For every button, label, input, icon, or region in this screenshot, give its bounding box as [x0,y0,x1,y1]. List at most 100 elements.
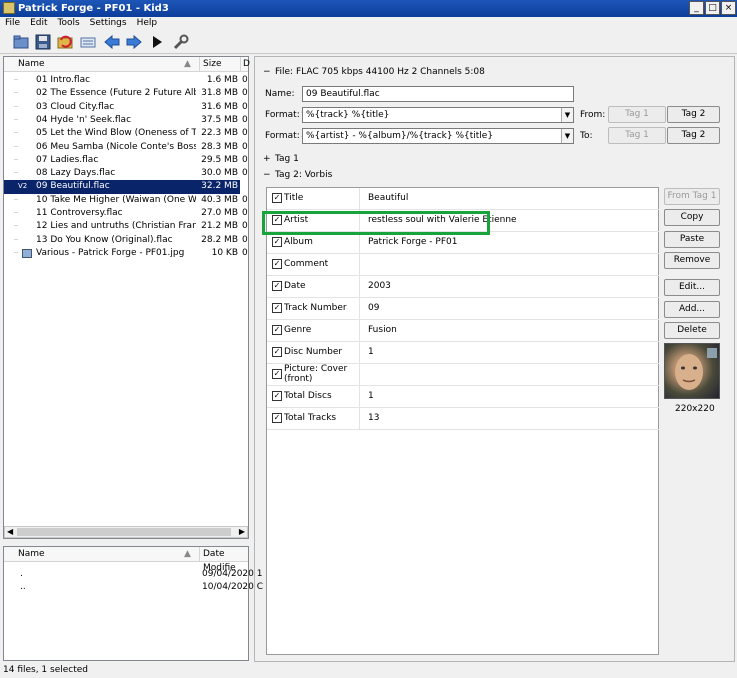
format-down-value: %{artist} - %{album}/%{track} %{title} [306,131,494,141]
scroll-thumb[interactable] [17,528,231,536]
tag-row[interactable]: ✓ Track Number 09 [267,298,659,320]
menu-help[interactable]: Help [132,17,163,30]
file-row[interactable]: ┄ 12 Lies and untruths (Christian Franck … [4,220,248,233]
list-icon[interactable] [79,33,97,51]
tag-row[interactable]: ✓ Total Discs 1 [267,386,659,408]
from-tag1-button[interactable]: Tag 1 [608,106,666,123]
file-row[interactable]: ┄ 01 Intro.flac 1.6 MB 0 [4,74,248,87]
tag-value[interactable]: 1 [368,386,374,408]
cover-art-thumbnail[interactable] [664,343,720,399]
file-row[interactable]: ┄ 10 Take Me Higher (Waiwan (One World) M… [4,194,248,207]
delete-button[interactable]: Delete [664,322,720,339]
checkbox[interactable]: ✓ [272,258,282,269]
file-d: 0 [242,128,248,139]
edit-button[interactable]: Edit... [664,279,720,296]
tag-field: ✓ Date [267,276,360,298]
file-row[interactable]: ┄ 02 The Essence (Future 2 Future Album M… [4,87,248,100]
to-tag2-button[interactable]: Tag 2 [667,127,720,144]
tag2-collapse-icon[interactable]: − [263,170,271,180]
file-collapse-icon[interactable]: − [263,67,271,77]
tag-row[interactable]: ✓ Date 2003 [267,276,659,298]
file-name: 12 Lies and untruths (Christian Franck R… [36,221,196,232]
play-icon[interactable] [148,33,166,51]
checkbox[interactable]: ✓ [272,390,282,401]
tag-value[interactable]: 1 [368,342,374,364]
add-button[interactable]: Add... [664,301,720,318]
remove-button[interactable]: Remove [664,252,720,269]
checkbox[interactable]: ✓ [272,346,282,357]
tag1-expand-icon[interactable]: + [263,154,271,164]
menu-tools[interactable]: Tools [53,17,85,30]
file-row[interactable]: ┄ 06 Meu Samba (Nicole Conte's Bossa Ahea… [4,141,248,154]
previous-arrow-icon[interactable] [103,33,121,51]
checkbox[interactable]: ✓ [272,280,282,291]
tag-row[interactable]: ✓ Disc Number 1 [267,342,659,364]
copy-button[interactable]: Copy [664,209,720,226]
tag-value[interactable]: 13 [368,408,379,430]
file-d: 0 [242,154,248,165]
horizontal-scrollbar[interactable]: ◀ ▶ [4,526,248,538]
dir-row[interactable]: . [20,568,23,581]
dropdown-arrow-icon[interactable]: ▼ [561,129,573,143]
column-d[interactable]: D [243,57,250,71]
tag-row[interactable]: ✓ Picture: Cover (front) [267,364,659,386]
file-row[interactable]: ┄ 08 Lazy Days.flac 30.0 MB 0 [4,167,248,180]
checkbox[interactable]: ✓ [272,236,282,247]
tag-value[interactable]: Fusion [368,320,397,342]
file-name: 10 Take Me Higher (Waiwan (One World) Mi… [36,194,196,205]
checkbox[interactable]: ✓ [272,192,282,203]
filename-input[interactable]: 09 Beautiful.flac [302,86,574,102]
tag-row[interactable]: ✓ Title Beautiful [267,188,659,210]
save-icon[interactable] [34,33,52,51]
tag-row[interactable]: ✓ Genre Fusion [267,320,659,342]
close-button[interactable]: × [721,1,736,15]
file-row[interactable]: ┄ 13 Do You Know (Original).flac 28.2 MB 0 [4,234,248,247]
dropdown-arrow-icon[interactable]: ▼ [561,108,573,122]
file-row[interactable]: ┄ 04 Hyde 'n' Seek.flac 37.5 MB 0 [4,114,248,127]
to-tag1-button[interactable]: Tag 1 [608,127,666,144]
open-folder-icon[interactable] [12,33,30,51]
revert-icon[interactable] [56,33,74,51]
cover-face-icon [675,348,717,390]
column-name[interactable]: Name [18,57,45,71]
column-size[interactable]: Size [203,57,221,71]
dir-row[interactable]: .. [20,581,26,594]
from-tag1-side-button[interactable]: From Tag 1 [664,188,720,205]
tag-value[interactable]: Beautiful [368,188,408,210]
from-tag2-button[interactable]: Tag 2 [667,106,720,123]
tag-editor-pane: − File: FLAC 705 kbps 44100 Hz 2 Channel… [254,56,735,662]
file-name: 11 Controversy.flac [36,208,123,218]
tree-line: ┄ [14,89,19,98]
scroll-left-icon[interactable]: ◀ [7,527,13,536]
checkbox[interactable]: ✓ [272,324,282,335]
file-row[interactable]: ┄ 03 Cloud City.flac 31.6 MB 0 [4,101,248,114]
file-row[interactable]: ┄ Various - Patrick Forge - PF01.jpg 10 KB… [4,247,248,260]
menu-edit[interactable]: Edit [25,17,52,30]
format-down-combo[interactable]: %{artist} - %{album}/%{track} %{title} ▼ [302,128,574,144]
format-up-combo[interactable]: %{track} %{title} ▼ [302,107,574,123]
dir-column-name[interactable]: Name [18,547,45,561]
tag-row[interactable]: ✓ Album Patrick Forge - PF01 [267,232,659,254]
minimize-button[interactable]: _ [689,1,704,15]
tag-row[interactable]: ✓ Comment [267,254,659,276]
menu-settings[interactable]: Settings [85,17,132,30]
settings-wrench-icon[interactable] [172,33,190,51]
tag-value[interactable]: Patrick Forge - PF01 [368,232,457,254]
file-row[interactable]: ┄ 05 Let the Wind Blow (Oneness of Two Mi… [4,127,248,140]
next-arrow-icon[interactable] [125,33,143,51]
paste-button[interactable]: Paste [664,231,720,248]
menu-bar: File Edit Tools Settings Help [0,17,737,30]
tag-row[interactable]: ✓ Total Tracks 13 [267,408,659,430]
tag-value[interactable]: 2003 [368,276,391,298]
menu-file[interactable]: File [0,17,25,30]
file-row[interactable]: ┄ 07 Ladies.flac 29.5 MB 0 [4,154,248,167]
file-row[interactable]: V2 09 Beautiful.flac 32.2 MB 0 [4,180,248,194]
scroll-right-icon[interactable]: ▶ [239,527,245,536]
checkbox[interactable]: ✓ [272,302,282,313]
file-row[interactable]: ┄ 11 Controversy.flac 27.0 MB 0 [4,207,248,220]
tag-value[interactable]: 09 [368,298,379,320]
file-name: Various - Patrick Forge - PF01.jpg [36,247,185,258]
checkbox[interactable]: ✓ [272,412,282,423]
checkbox[interactable]: ✓ [272,369,282,379]
maximize-button[interactable]: □ [705,1,720,15]
